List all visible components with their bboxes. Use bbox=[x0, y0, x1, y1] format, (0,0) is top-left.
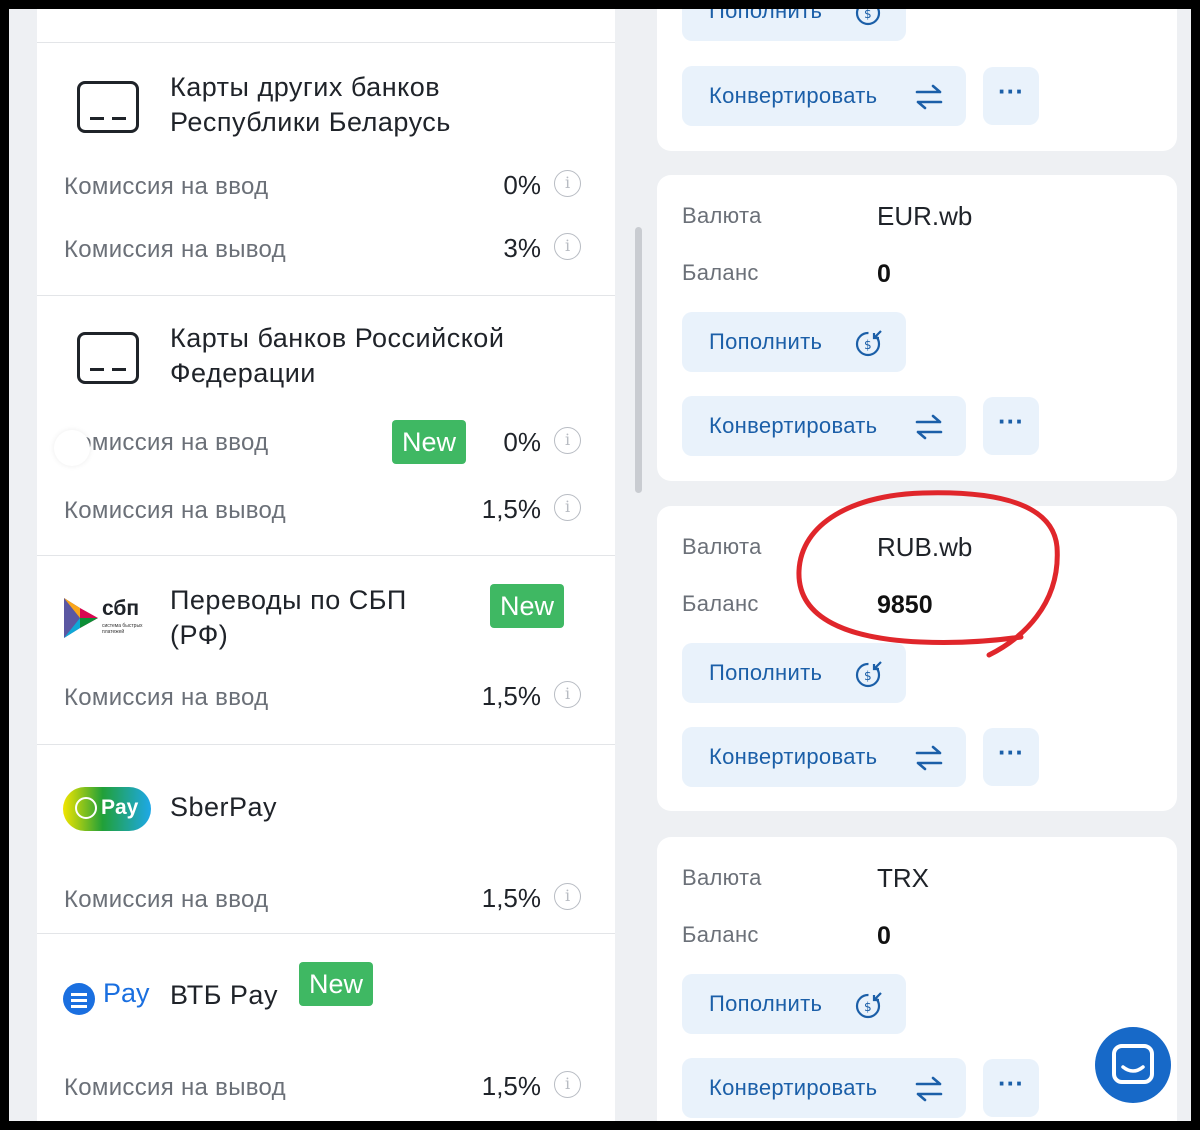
currency-value: RUB.wb bbox=[877, 532, 973, 562]
card-icon bbox=[77, 332, 139, 384]
deposit-button[interactable]: Пополнить $ bbox=[682, 974, 906, 1034]
card-icon bbox=[77, 81, 139, 133]
method-sbp[interactable]: сбп система быстрых платежей Переводы по… bbox=[37, 555, 615, 744]
sbp-logo: сбп система быстрых платежей bbox=[62, 596, 154, 640]
new-badge: New bbox=[392, 420, 467, 464]
balance-value: 0 bbox=[877, 922, 891, 950]
commission-label: Комиссия на ввод bbox=[64, 886, 269, 913]
commission-value: 1,5% bbox=[481, 681, 541, 711]
balance-label: Баланс bbox=[682, 260, 759, 285]
info-icon[interactable]: i bbox=[554, 883, 581, 910]
svg-text:$: $ bbox=[864, 9, 872, 21]
deposit-button[interactable]: Пополнить $ bbox=[682, 643, 906, 703]
commission-value: 1,5% bbox=[481, 1071, 541, 1101]
commission-label: Комиссия на вывод bbox=[64, 236, 286, 263]
info-icon[interactable]: i bbox=[554, 1071, 581, 1098]
screen: Карты других банков Республики Беларусь … bbox=[9, 9, 1191, 1121]
new-badge: New bbox=[490, 584, 565, 628]
svg-text:$: $ bbox=[864, 1000, 872, 1014]
scrollbar[interactable] bbox=[635, 227, 642, 493]
swap-arrows-icon bbox=[915, 84, 943, 110]
currency-label: Валюта bbox=[682, 203, 762, 228]
info-icon[interactable]: i bbox=[554, 681, 581, 708]
balance-label: Баланс bbox=[682, 591, 759, 616]
convert-button[interactable]: Конвертировать bbox=[682, 396, 966, 456]
info-icon[interactable]: i bbox=[554, 494, 581, 521]
sberpay-logo: Pay bbox=[63, 787, 151, 831]
chat-support-button[interactable] bbox=[1095, 1027, 1171, 1103]
method-russian-cards[interactable]: Карты банков Российской Федерации New Ко… bbox=[37, 295, 615, 555]
commission-value: 0% bbox=[503, 427, 541, 457]
commission-value: 1,5% bbox=[481, 883, 541, 913]
more-options-button[interactable]: ··· bbox=[983, 1059, 1039, 1117]
swap-arrows-icon bbox=[915, 414, 943, 440]
svg-text:$: $ bbox=[864, 338, 872, 352]
more-options-button[interactable]: ··· bbox=[983, 67, 1039, 125]
commission-label: Комиссия на ввод bbox=[64, 429, 269, 456]
swap-arrows-icon bbox=[915, 745, 943, 771]
deposit-icon: $ bbox=[855, 9, 881, 26]
account-card-rub: Валюта RUB.wb Баланс 9850 Пополнить $ Ко… bbox=[657, 506, 1177, 811]
info-icon[interactable]: i bbox=[554, 170, 581, 197]
payment-methods-panel: Карты других банков Республики Беларусь … bbox=[37, 9, 615, 1121]
currency-label: Валюта bbox=[682, 865, 762, 890]
balance-value: 0 bbox=[877, 260, 891, 288]
commission-value: 3% bbox=[503, 233, 541, 263]
touch-indicator bbox=[54, 430, 90, 466]
deposit-icon: $ bbox=[855, 992, 882, 1019]
deposit-icon: $ bbox=[855, 330, 882, 357]
account-card-eur: Валюта EUR.wb Баланс 0 Пополнить $ Конве… bbox=[657, 175, 1177, 481]
more-options-button[interactable]: ··· bbox=[983, 397, 1039, 455]
balance-label: Баланс bbox=[682, 922, 759, 947]
deposit-button[interactable]: Пополнить $ bbox=[682, 9, 906, 41]
currency-label: Валюта bbox=[682, 534, 762, 559]
method-vtb-pay[interactable]: Pay ВТБ Pay New Комиссия на вывод 1,5% i bbox=[37, 933, 615, 1121]
new-badge: New bbox=[299, 962, 374, 1006]
commission-label: Комиссия на вывод bbox=[64, 497, 286, 524]
svg-text:$: $ bbox=[864, 669, 872, 683]
method-sberpay[interactable]: Pay SberPay Комиссия на ввод 1,5% i bbox=[37, 744, 615, 933]
commission-value: 1,5% bbox=[481, 494, 541, 524]
swap-arrows-icon bbox=[915, 1076, 943, 1102]
method-belarus-cards[interactable]: Карты других банков Республики Беларусь … bbox=[37, 42, 615, 295]
method-title: SberPay bbox=[170, 792, 278, 822]
method-title: Карты банков Российской Федерации bbox=[170, 323, 505, 388]
balance-value: 9850 bbox=[877, 591, 933, 619]
currency-value: EUR.wb bbox=[877, 201, 973, 231]
convert-button[interactable]: Конвертировать bbox=[682, 66, 966, 126]
commission-value: 0% bbox=[503, 170, 541, 200]
deposit-button[interactable]: Пополнить $ bbox=[682, 312, 906, 372]
commission-label: Комиссия на ввод bbox=[64, 173, 269, 200]
commission-label: Комиссия на ввод bbox=[64, 684, 269, 711]
method-title: ВТБ Pay bbox=[170, 980, 278, 1010]
chat-icon bbox=[1112, 1044, 1154, 1084]
vtb-pay-logo: Pay bbox=[63, 978, 155, 1016]
convert-button[interactable]: Конвертировать bbox=[682, 1058, 966, 1118]
currency-value: TRX bbox=[877, 863, 929, 893]
deposit-icon: $ bbox=[855, 661, 882, 688]
account-card-partial: Пополнить $ Конвертировать ··· bbox=[657, 9, 1177, 151]
more-options-button[interactable]: ··· bbox=[983, 728, 1039, 786]
info-icon[interactable]: i bbox=[554, 233, 581, 260]
method-title: Переводы по СБП (РФ) bbox=[170, 585, 407, 650]
commission-label: Комиссия на вывод bbox=[64, 1074, 286, 1101]
method-title: Карты других банков Республики Беларусь bbox=[170, 72, 451, 137]
info-icon[interactable]: i bbox=[554, 427, 581, 454]
convert-button[interactable]: Конвертировать bbox=[682, 727, 966, 787]
